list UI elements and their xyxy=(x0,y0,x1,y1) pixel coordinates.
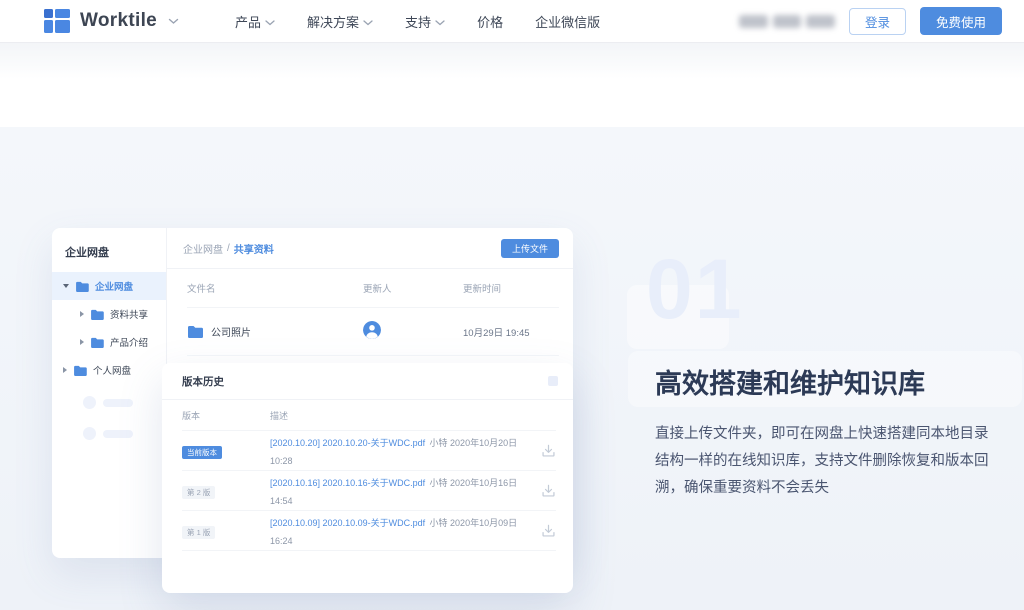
folder-icon xyxy=(73,365,87,376)
folder-icon xyxy=(187,325,203,338)
version-table-header: 版本 描述 xyxy=(182,400,556,431)
worktile-logo-icon xyxy=(44,9,71,34)
nav-item-pricing[interactable]: 价格 xyxy=(477,12,503,31)
download-icon[interactable] xyxy=(541,443,556,458)
version-panel-header: 版本历史 xyxy=(162,363,573,400)
nav-item-products[interactable]: 产品 xyxy=(235,12,275,31)
caret-right-icon xyxy=(80,339,84,345)
drive-sidebar: 企业网盘 企业网盘 资料共享 xyxy=(52,228,167,558)
file-row[interactable]: 公司照片 10月29日 19:45 xyxy=(187,308,559,356)
breadcrumb-separator: / xyxy=(227,243,230,254)
section-gradient-band xyxy=(0,43,1024,79)
download-icon[interactable] xyxy=(541,483,556,498)
breadcrumb: 企业网盘 / 共享资料 xyxy=(183,241,274,256)
tree-item-shared-files[interactable]: 资料共享 xyxy=(52,300,166,328)
file-updated-time: 10月29日 19:45 xyxy=(463,325,559,339)
tree-item-label: 资料共享 xyxy=(110,307,148,321)
folder-icon xyxy=(75,281,89,292)
file-table: 文件名 更新人 更新时间 公司照片 xyxy=(167,269,573,356)
file-table-header: 文件名 更新人 更新时间 xyxy=(187,269,559,308)
chevron-down-icon xyxy=(168,18,179,25)
brand-name: Worktile xyxy=(80,10,157,32)
folder-icon xyxy=(90,337,104,348)
user-avatar-icon xyxy=(363,321,381,339)
brand[interactable]: Worktile xyxy=(44,9,179,34)
version-row: 当前版本 [2020.10.20] 2020.10.20-关于WDC.pdf 小… xyxy=(182,431,556,471)
chevron-down-icon xyxy=(363,14,373,29)
breadcrumb-parent[interactable]: 企业网盘 xyxy=(183,241,223,256)
version-table: 版本 描述 当前版本 [2020.10.20] 2020.10.20-关于WDC… xyxy=(162,400,573,551)
feature-section: 01 高效搭建和维护知识库 直接上传文件夹，即可在网盘上快速搭建同本地目录结构一… xyxy=(0,127,1024,610)
version-row: 第 2 版 [2020.10.16] 2020.10.16-关于WDC.pdf … xyxy=(182,471,556,511)
column-header-version: 版本 xyxy=(182,409,270,422)
page: Worktile 产品 解决方案 支持 价格 企业微信版 xyxy=(0,0,1024,610)
login-button[interactable]: 登录 xyxy=(849,8,906,35)
phone-number-redacted xyxy=(739,15,835,28)
version-file-link[interactable]: [2020.10.20] 2020.10.20-关于WDC.pdf xyxy=(270,438,425,448)
file-name: 公司照片 xyxy=(211,324,251,339)
version-badge: 第 1 版 xyxy=(182,526,215,540)
main-menu: 产品 解决方案 支持 价格 企业微信版 xyxy=(235,12,600,31)
column-header-filename: 文件名 xyxy=(187,281,363,295)
version-panel-title: 版本历史 xyxy=(182,374,224,389)
drive-sidebar-title: 企业网盘 xyxy=(52,228,166,272)
tree-item-label: 企业网盘 xyxy=(95,279,133,293)
drive-content-header: 企业网盘 / 共享资料 上传文件 xyxy=(167,228,573,269)
skeleton-item xyxy=(52,421,166,446)
caret-right-icon xyxy=(80,311,84,317)
version-file-link[interactable]: [2020.10.09] 2020.10.09-关于WDC.pdf xyxy=(270,518,425,528)
download-icon[interactable] xyxy=(541,523,556,538)
version-badge: 当前版本 xyxy=(182,446,222,460)
breadcrumb-current[interactable]: 共享资料 xyxy=(234,241,274,256)
panel-corner-icon[interactable] xyxy=(548,376,558,386)
version-badge: 第 2 版 xyxy=(182,486,215,500)
tree-item-product-intro[interactable]: 产品介绍 xyxy=(52,328,166,356)
nav-item-support[interactable]: 支持 xyxy=(405,12,445,31)
nav-item-solutions[interactable]: 解决方案 xyxy=(307,12,373,31)
tree-item-enterprise-drive[interactable]: 企业网盘 xyxy=(52,272,166,300)
upload-file-button[interactable]: 上传文件 xyxy=(501,239,559,258)
skeleton-item xyxy=(52,390,166,415)
nav-item-wechat-work[interactable]: 企业微信版 xyxy=(535,12,600,31)
tree-item-personal-drive[interactable]: 个人网盘 xyxy=(52,356,166,384)
caret-right-icon xyxy=(63,367,67,373)
free-trial-button[interactable]: 免费使用 xyxy=(920,7,1002,35)
chevron-down-icon xyxy=(265,14,275,29)
feature-description: 直接上传文件夹，即可在网盘上快速搭建同本地目录结构一样的在线知识库，支持文件删除… xyxy=(655,421,995,502)
caret-down-icon xyxy=(63,284,69,288)
version-row: 第 1 版 [2020.10.09] 2020.10.09-关于WDC.pdf … xyxy=(182,511,556,551)
navbar-right: 登录 免费使用 xyxy=(739,7,1002,35)
column-header-updated-time: 更新时间 xyxy=(463,281,559,295)
version-history-panel: 版本历史 版本 描述 当前版本 [2020.10.20] 2020.10.20-… xyxy=(162,363,573,593)
feature-title: 高效搭建和维护知识库 xyxy=(655,362,925,401)
tree-item-label: 个人网盘 xyxy=(93,363,131,377)
column-header-updater: 更新人 xyxy=(363,281,463,295)
chevron-down-icon xyxy=(435,14,445,29)
top-navbar: Worktile 产品 解决方案 支持 价格 企业微信版 xyxy=(0,0,1024,43)
version-file-link[interactable]: [2020.10.16] 2020.10.16-关于WDC.pdf xyxy=(270,478,425,488)
feature-number: 01 xyxy=(646,247,743,331)
column-header-description: 描述 xyxy=(270,409,532,422)
tree-item-label: 产品介绍 xyxy=(110,335,148,349)
folder-icon xyxy=(90,309,104,320)
